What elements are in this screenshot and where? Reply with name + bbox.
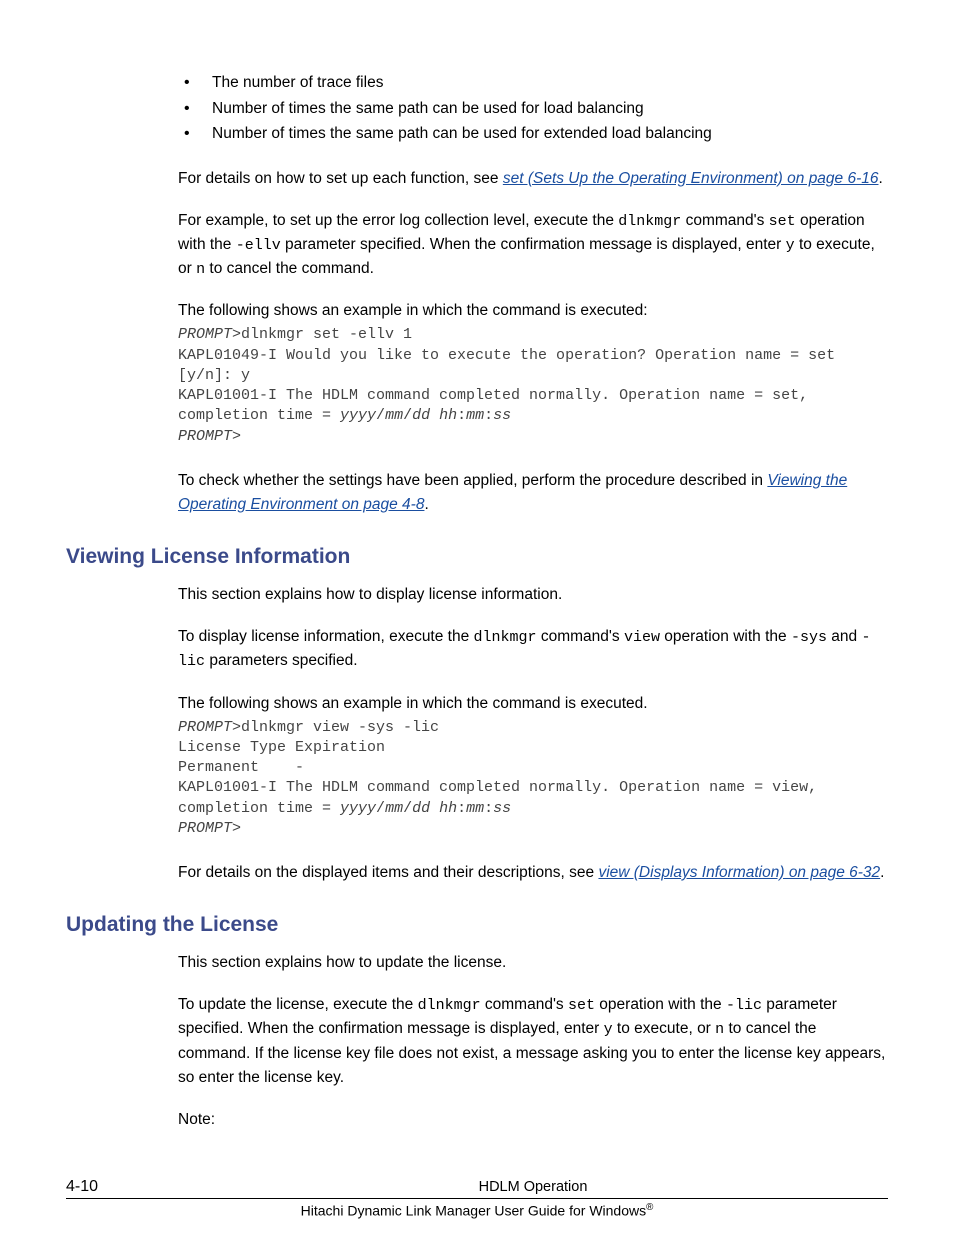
text: and	[827, 628, 861, 645]
paragraph: To check whether the settings have been …	[178, 469, 888, 517]
text: .	[880, 864, 884, 881]
text: For details on the displayed items and t…	[178, 864, 598, 881]
text: operation with the	[595, 996, 726, 1013]
text: To display license information, execute …	[178, 628, 474, 645]
section-heading: Updating the License	[66, 913, 888, 937]
code-italic: mm	[466, 800, 484, 817]
page-footer: 4-10 HDLM Operation Hitachi Dynamic Link…	[0, 1178, 954, 1235]
code-text: >	[232, 820, 241, 837]
section-heading: Viewing License Information	[66, 545, 888, 569]
code-inline: -sys	[791, 629, 827, 646]
text: To check whether the settings have been …	[178, 472, 767, 489]
code-text: /	[403, 800, 412, 817]
paragraph: For example, to set up the error log col…	[178, 209, 888, 282]
code-text: /	[376, 800, 385, 817]
text: To update the license, execute the	[178, 996, 418, 1013]
code-italic: PROMPT	[178, 719, 232, 736]
code-text: Permanent -	[178, 759, 304, 776]
code-inline: view	[624, 629, 660, 646]
cross-reference-link[interactable]: set (Sets Up the Operating Environment) …	[503, 170, 879, 187]
code-text: KAPL01049-I Would you like to execute th…	[178, 347, 844, 384]
registered-mark: ®	[646, 1202, 653, 1213]
paragraph: This section explains how to update the …	[178, 951, 888, 975]
paragraph: For details on the displayed items and t…	[178, 861, 888, 885]
code-italic: PROMPT	[178, 326, 232, 343]
text: Hitachi Dynamic Link Manager User Guide …	[301, 1203, 646, 1219]
paragraph: To display license information, execute …	[178, 625, 888, 674]
code-inline: dlnkmgr	[418, 997, 481, 1014]
code-text: License Type Expiration	[178, 739, 385, 756]
bullet-list: The number of trace files Number of time…	[178, 70, 888, 147]
paragraph: For details on how to set up each functi…	[178, 167, 888, 191]
cross-reference-link[interactable]: view (Displays Information) on page 6-32	[598, 864, 880, 881]
code-italic: yyyy	[340, 800, 376, 817]
code-italic: PROMPT	[178, 820, 232, 837]
code-inline: n	[196, 261, 205, 278]
bullet-item: Number of times the same path can be use…	[178, 121, 888, 147]
code-block: PROMPT>dlnkmgr set -ellv 1 KAPL01049-I W…	[178, 325, 888, 447]
code-text: :	[457, 407, 466, 424]
paragraph: The following shows an example in which …	[178, 692, 888, 716]
code-text: >	[232, 428, 241, 445]
bullet-item: The number of trace files	[178, 70, 888, 96]
text: parameters specified.	[205, 652, 358, 669]
code-italic: ss	[493, 800, 511, 817]
code-inline: set	[568, 997, 595, 1014]
code-text: :	[484, 800, 493, 817]
code-italic: yyyy	[340, 407, 376, 424]
text: command's	[681, 212, 768, 229]
code-inline: dlnkmgr	[474, 629, 537, 646]
code-inline: dlnkmgr	[618, 213, 681, 230]
code-italic: mm	[466, 407, 484, 424]
footer-book-title: Hitachi Dynamic Link Manager User Guide …	[66, 1202, 888, 1219]
code-inline: n	[715, 1021, 724, 1038]
code-text: :	[457, 800, 466, 817]
paragraph: The following shows an example in which …	[178, 299, 888, 323]
text: For details on how to set up each functi…	[178, 170, 503, 187]
code-inline: y	[786, 237, 795, 254]
text: .	[424, 496, 428, 513]
code-inline: -ellv	[236, 237, 281, 254]
paragraph: This section explains how to display lic…	[178, 583, 888, 607]
code-text: :	[484, 407, 493, 424]
code-italic: dd hh	[412, 800, 457, 817]
bullet-item: Number of times the same path can be use…	[178, 96, 888, 122]
page-number: 4-10	[66, 1178, 178, 1196]
text: to execute, or	[613, 1020, 716, 1037]
code-text: /	[403, 407, 412, 424]
text: parameter specified. When the confirmati…	[281, 236, 786, 253]
code-text: >dlnkmgr set -ellv 1	[232, 326, 412, 343]
footer-section-title: HDLM Operation	[178, 1179, 888, 1195]
code-inline: y	[604, 1021, 613, 1038]
text: command's	[537, 628, 624, 645]
text: to cancel the command.	[205, 260, 374, 277]
code-italic: mm	[385, 407, 403, 424]
code-italic: dd hh	[412, 407, 457, 424]
code-text: >dlnkmgr view -sys -lic	[232, 719, 439, 736]
code-inline: set	[769, 213, 796, 230]
paragraph: To update the license, execute the dlnkm…	[178, 993, 888, 1090]
code-italic: PROMPT	[178, 428, 232, 445]
text: operation with the	[660, 628, 791, 645]
text: For example, to set up the error log col…	[178, 212, 618, 229]
code-italic: mm	[385, 800, 403, 817]
code-block: PROMPT>dlnkmgr view -sys -lic License Ty…	[178, 718, 888, 840]
code-italic: ss	[493, 407, 511, 424]
text: .	[879, 170, 883, 187]
code-inline: -lic	[726, 997, 762, 1014]
paragraph: Note:	[178, 1108, 888, 1132]
code-text: /	[376, 407, 385, 424]
text: command's	[481, 996, 568, 1013]
